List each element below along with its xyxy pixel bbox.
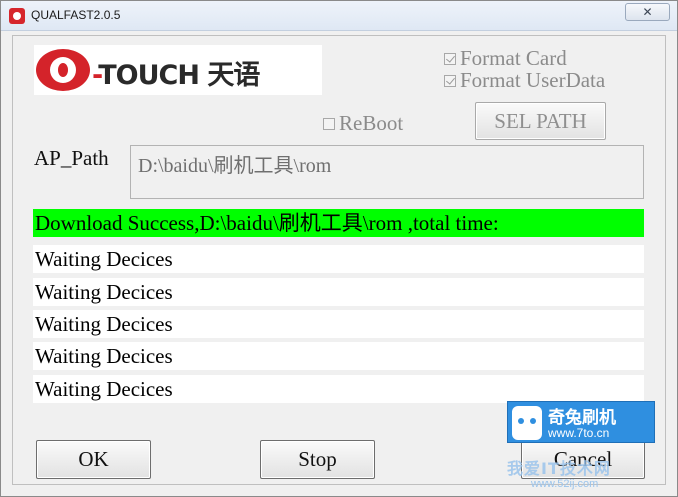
reboot-checkbox[interactable]: ReBoot (323, 111, 403, 136)
window-title: QUALFAST2.0.5 (31, 8, 121, 22)
ok-button[interactable]: OK (36, 440, 151, 479)
close-button[interactable]: ✕ (625, 3, 670, 21)
watermark-overlay: 奇兔刷机 www.7to.cn 我爱IT技术网 www.52ij.com (469, 395, 675, 495)
title-bar[interactable]: QUALFAST2.0.5 ✕ (1, 1, 677, 31)
status-row: Waiting Decices (33, 245, 644, 273)
status-row-success: Download Success,D:\baidu\刷机工具\rom ,tota… (33, 209, 644, 237)
checkbox-unchecked-icon (323, 117, 335, 130)
status-row: Waiting Decices (33, 342, 644, 370)
reboot-label: ReBoot (339, 111, 404, 135)
watermark-caption: 我爱IT技术网 (507, 459, 611, 478)
status-row: Waiting Decices (33, 310, 644, 338)
ap-path-field[interactable]: D:\baidu\刷机工具\rom (130, 145, 644, 199)
sel-path-button[interactable]: SEL PATH (475, 102, 606, 140)
logo-wordmark: TOUCH 天语 (98, 60, 260, 91)
k-touch-logo: -TOUCH 天语 (34, 45, 322, 95)
rabbit-logo-icon (512, 406, 542, 440)
logo-text: -TOUCH 天语 (92, 53, 260, 92)
ap-path-label: AP_Path (34, 146, 109, 170)
watermark-badge: 奇兔刷机 www.7to.cn (507, 401, 655, 443)
stop-button[interactable]: Stop (260, 440, 375, 479)
format-userdata-checkbox[interactable]: Format UserData (444, 68, 605, 93)
watermark-url: www.7to.cn (548, 426, 610, 440)
status-row: Waiting Decices (33, 278, 644, 306)
watermark-name: 奇兔刷机 (548, 408, 616, 428)
format-userdata-label: Format UserData (460, 68, 606, 92)
watermark-caption-url: www.52ij.com (531, 478, 599, 490)
qualfast-window: QUALFAST2.0.5 ✕ -TOUCH 天语 Format Card Fo… (0, 0, 678, 497)
app-icon (9, 8, 25, 24)
k-touch-logo-icon (36, 49, 90, 91)
checkbox-checked-icon (444, 52, 456, 65)
close-icon: ✕ (642, 5, 653, 19)
checkbox-checked-icon (444, 74, 456, 87)
